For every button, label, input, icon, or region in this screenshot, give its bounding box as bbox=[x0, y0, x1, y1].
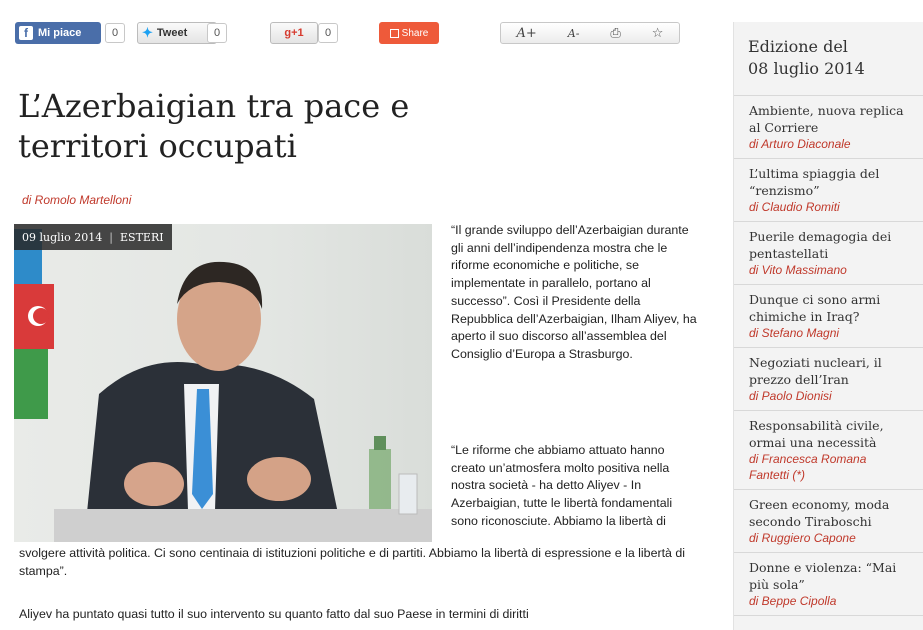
facebook-like-button[interactable]: f Mi piace bbox=[15, 22, 101, 44]
sidebar-article-author[interactable]: di Ruggiero Capone bbox=[749, 530, 909, 546]
google-plus-button[interactable]: g+1 bbox=[270, 22, 318, 44]
tweet-label: Tweet bbox=[156, 27, 188, 39]
article-paragraph-2-continued: svolgere attività politica. Ci sono cent… bbox=[19, 546, 686, 578]
facebook-icon: f bbox=[19, 26, 33, 40]
edition-header: Edizione del 08 luglio 2014 bbox=[734, 22, 923, 96]
president-photo-illustration bbox=[14, 229, 432, 542]
sidebar-article-author[interactable]: di Beppe Cipolla bbox=[749, 593, 909, 609]
sidebar-article-title[interactable]: Green economy, moda secondo Tiraboschi bbox=[749, 497, 909, 530]
tweet-button[interactable]: ✦ Tweet bbox=[137, 22, 217, 44]
sidebar-article[interactable]: Responsabilità civile, ormai una necessi… bbox=[734, 411, 923, 490]
share-label: Share bbox=[401, 27, 429, 39]
sidebar-article[interactable]: Dunque ci sono armi chimiche in Iraq? di… bbox=[734, 285, 923, 348]
print-icon[interactable]: ⎙ bbox=[610, 26, 620, 41]
sidebar-article[interactable]: Ambiente, nuova replica al Corriere di A… bbox=[734, 96, 923, 159]
article-paragraph-3: Aliyev ha puntato quasi tutto il suo int… bbox=[19, 607, 529, 621]
facebook-like-label: Mi piace bbox=[38, 27, 82, 39]
sidebar-article-title[interactable]: Responsabilità civile, ormai una necessi… bbox=[749, 418, 909, 451]
edition-date: 08 luglio 2014 bbox=[748, 59, 865, 78]
sidebar-article-title[interactable]: Dunque ci sono armi chimiche in Iraq? bbox=[749, 292, 909, 325]
sidebar-article-author[interactable]: di Paolo Dionisi bbox=[749, 388, 909, 404]
twitter-bird-icon: ✦ bbox=[142, 25, 153, 40]
sidebar-article[interactable]: Green economy, moda secondo Tiraboschi d… bbox=[734, 490, 923, 553]
article-meta-tag: 09 luglio 2014 | ESTERI bbox=[14, 224, 172, 250]
tweet-count: 0 bbox=[207, 23, 227, 43]
meta-separator: | bbox=[109, 230, 114, 244]
article-paragraph-1: “Il grande sviluppo dell’Azerbaigian dur… bbox=[451, 223, 697, 361]
font-increase-button[interactable]: A+ bbox=[516, 26, 536, 41]
article-category[interactable]: ESTERI bbox=[120, 231, 164, 244]
sidebar-article[interactable]: L’ultima spiaggia del “renzismo” di Clau… bbox=[734, 159, 923, 222]
google-plus-count: 0 bbox=[318, 23, 338, 43]
sidebar-article[interactable]: Negoziati nucleari, il prezzo dell’Iran … bbox=[734, 348, 923, 411]
sidebar-article-title[interactable]: Donne e violenza: “Mai più sola” bbox=[749, 560, 909, 593]
sidebar-article-author[interactable]: di Francesca Romana Fantetti (*) bbox=[749, 451, 909, 483]
article-paragraph-2: “Le riforme che abbiamo attuato hanno cr… bbox=[451, 443, 673, 528]
sidebar-article-title[interactable]: Negoziati nucleari, il prezzo dell’Iran bbox=[749, 355, 909, 388]
sidebar-article[interactable]: Puerile demagogia dei pentastellati di V… bbox=[734, 222, 923, 285]
star-icon[interactable]: ☆ bbox=[652, 26, 664, 41]
sidebar-article-title[interactable]: L’ultima spiaggia del “renzismo” bbox=[749, 166, 909, 199]
sidebar-article-author[interactable]: di Claudio Romiti bbox=[749, 199, 909, 215]
article-tools: A+ A- ⎙ ☆ bbox=[500, 22, 680, 44]
article-byline[interactable]: di Romolo Martelloni bbox=[22, 193, 131, 207]
edition-sidebar: Edizione del 08 luglio 2014 Ambiente, nu… bbox=[733, 22, 923, 630]
article-date: 09 luglio 2014 bbox=[22, 230, 103, 244]
font-decrease-button[interactable]: A- bbox=[568, 27, 580, 40]
sidebar-article-author[interactable]: di Vito Massimano bbox=[749, 262, 909, 278]
article-photo bbox=[14, 224, 432, 542]
sidebar-article-title[interactable]: Ambiente, nuova replica al Corriere bbox=[749, 103, 909, 136]
article-title: L’Azerbaigian tra pace e territori occup… bbox=[18, 87, 410, 165]
google-plus-label: g+1 bbox=[284, 27, 304, 39]
sidebar-article-author[interactable]: di Stefano Magni bbox=[749, 325, 909, 341]
sidebar-article-author[interactable]: di Arturo Diaconale bbox=[749, 136, 909, 152]
sidebar-article-title[interactable]: Puerile demagogia dei pentastellati bbox=[749, 229, 909, 262]
edition-label: Edizione del bbox=[748, 37, 848, 56]
sidebar-article[interactable]: Donne e violenza: “Mai più sola” di Bepp… bbox=[734, 553, 923, 616]
share-button[interactable]: Share bbox=[379, 22, 439, 44]
facebook-like-count: 0 bbox=[105, 23, 125, 43]
share-icon bbox=[389, 28, 399, 38]
